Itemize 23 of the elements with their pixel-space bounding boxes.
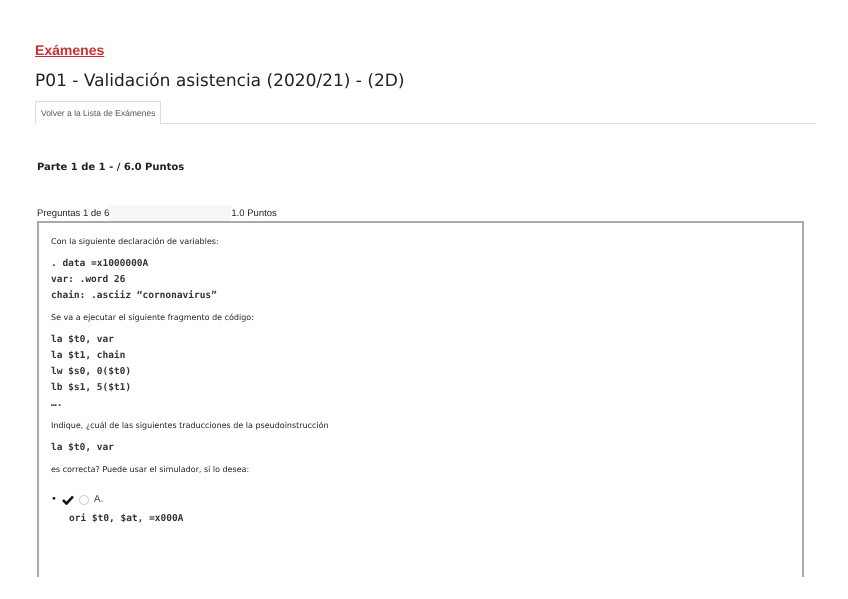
question-points: 1.0 Puntos	[231, 208, 277, 218]
code-line: chain: .asciiz “cornonavirus”	[51, 289, 218, 303]
code-line: la $t0, var	[51, 441, 115, 455]
code-line: la $t1, chain	[51, 349, 126, 363]
radio-button[interactable]	[78, 494, 89, 504]
question-counter: Preguntas 1 de 6	[37, 208, 110, 218]
question-text: es correcta? Puede usar el simulador, si lo desea:	[51, 465, 250, 474]
answer-label: A.	[94, 494, 104, 505]
answer-code: ori $t0, $at, =x000A	[69, 513, 184, 524]
question-text: Indique, ¿cuál de las siguientes traducciones de la pseudoinstrucción	[51, 421, 330, 430]
code-line: lb $s1, 5($t1)	[51, 381, 132, 395]
part-heading: Parte 1 de 1 - / 6.0 Puntos	[37, 162, 186, 173]
code-line: la $t0, var	[51, 333, 115, 347]
code-line: ….	[51, 397, 64, 411]
question-text: Con la siguiente declaración de variables:	[51, 237, 220, 246]
code-line: lw $s0, 0($t0)	[51, 365, 132, 379]
exam-title: P01 - Validación asistencia (2020/21) - (2D)	[35, 71, 406, 91]
code-line: . data =x1000000A	[51, 257, 150, 271]
bullet: •	[51, 494, 57, 505]
question-text: Se va a ejecutar el siguiente fragmento de código:	[51, 313, 255, 322]
exams-link[interactable]: Exámenes	[35, 42, 104, 58]
back-tab[interactable]: Volver a la Lista de Exámenes	[35, 101, 162, 124]
code-line: var: .word 26	[51, 273, 126, 287]
